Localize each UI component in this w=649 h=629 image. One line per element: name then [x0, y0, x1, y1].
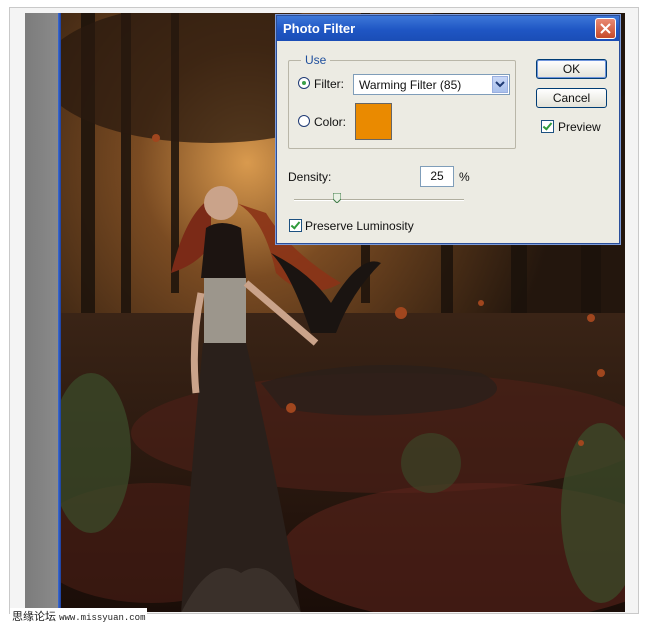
filter-label: Filter:: [314, 77, 344, 91]
preserve-luminosity-label: Preserve Luminosity: [305, 219, 414, 233]
preview-checkbox[interactable]: [541, 120, 554, 133]
ok-button[interactable]: OK: [536, 59, 607, 79]
photo-filter-dialog: Photo Filter Use Filter: Warming Filter …: [276, 15, 620, 244]
density-input[interactable]: 25: [420, 166, 454, 187]
close-icon: [600, 23, 611, 34]
use-group-label: Use: [301, 53, 331, 67]
chevron-down-icon: [495, 81, 505, 88]
filter-radio[interactable]: [298, 77, 310, 89]
dialog-title: Photo Filter: [283, 21, 356, 36]
density-slider-track[interactable]: [294, 199, 464, 201]
filter-dropdown-button[interactable]: [492, 76, 508, 93]
site-watermark: 思缘论坛 www.missyuan.com: [10, 608, 148, 624]
density-unit: %: [459, 170, 470, 184]
dialog-titlebar[interactable]: Photo Filter: [277, 16, 619, 41]
color-label: Color:: [314, 115, 347, 129]
watermark-url: www.missyuan.com: [59, 613, 146, 623]
density-slider-thumb[interactable]: [332, 193, 341, 203]
canvas-gray-margin: [25, 13, 58, 612]
color-radio[interactable]: [298, 115, 310, 127]
close-button[interactable]: [595, 18, 616, 39]
filter-select[interactable]: Warming Filter (85): [353, 74, 510, 95]
cancel-button[interactable]: Cancel: [536, 88, 607, 108]
color-swatch[interactable]: [355, 103, 392, 140]
preview-label: Preview: [558, 120, 601, 134]
density-label: Density:: [288, 170, 332, 184]
preserve-luminosity-checkbox[interactable]: [289, 219, 302, 232]
watermark-site-name: 思缘论坛: [12, 611, 56, 623]
filter-select-value: Warming Filter (85): [359, 78, 462, 92]
